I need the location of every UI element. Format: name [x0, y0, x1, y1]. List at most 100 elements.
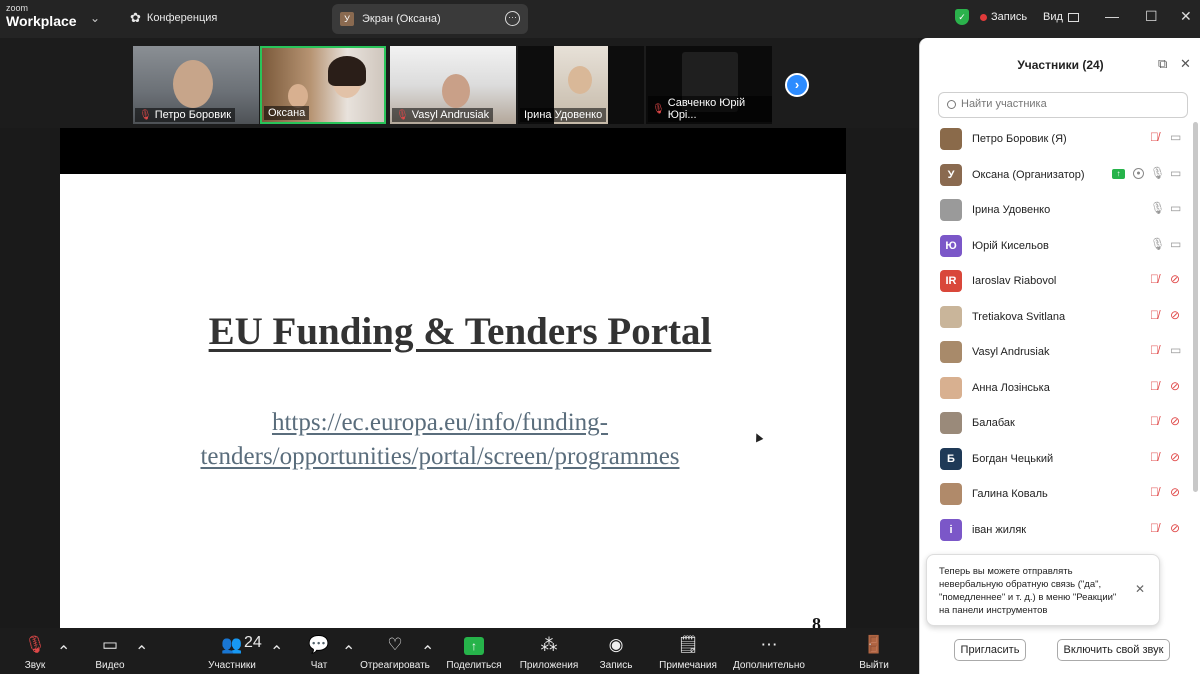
thumbnail-name-tag: Оксана: [264, 106, 310, 120]
participant-name: Богдан Чецький: [972, 452, 1054, 465]
mic-muted-icon[interactable]: 🎙̸: [1150, 308, 1159, 322]
close-icon[interactable]: ✕: [1135, 583, 1145, 596]
participants-scrollbar[interactable]: [1193, 122, 1198, 492]
recording-indicator[interactable]: Запись: [980, 11, 1027, 23]
zoom-logo[interactable]: zoom Workplace: [6, 4, 77, 29]
minimize-icon[interactable]: —: [1105, 8, 1119, 24]
screen-share-tab[interactable]: У Экран (Оксана) ···: [332, 4, 528, 34]
more-button[interactable]: ⋯ Дополнительно: [724, 634, 814, 671]
participant-name: Балабак: [972, 417, 1015, 429]
participant-avatar: [940, 305, 962, 328]
video-camera-icon[interactable]: ▭: [1170, 237, 1181, 251]
mic-icon[interactable]: 🎙: [1150, 201, 1165, 215]
close-icon[interactable]: ✕: [1180, 8, 1192, 25]
child-head: [288, 84, 308, 108]
close-panel-icon[interactable]: ✕: [1180, 56, 1191, 72]
video-camera-icon[interactable]: ▭: [1170, 166, 1181, 180]
participants-button[interactable]: 👥 Участники: [187, 634, 277, 671]
security-shield-icon[interactable]: ✓: [955, 9, 969, 25]
video-thumbnail-strip: 🎙 Петро Боровик Оксана 🎙 Vasyl Andrusiak І…: [0, 38, 918, 128]
mic-icon[interactable]: 🎙: [1150, 166, 1165, 180]
video-options-caret[interactable]: ⌃: [135, 642, 148, 662]
participant-avatar: Б: [940, 447, 962, 470]
participant-row[interactable]: Vasyl Andrusiak 🎙̸ ▭: [938, 335, 1188, 367]
participant-row[interactable]: IR Iaroslav Riabovol 🎙̸ ⊘: [938, 264, 1188, 296]
participant-row[interactable]: Петро Боровик (Я) 🎙̸ ▭: [938, 122, 1188, 154]
mic-muted-icon[interactable]: 🎙̸: [1150, 450, 1159, 464]
participant-row[interactable]: Балабак 🎙̸ ⊘: [938, 406, 1188, 438]
invite-button[interactable]: Пригласить: [954, 639, 1026, 661]
search-placeholder: Найти участника: [961, 98, 1047, 110]
mic-muted-icon[interactable]: 🎙̸: [1150, 485, 1159, 499]
more-options-icon[interactable]: ···: [505, 11, 520, 26]
meeting-toolbar: 🎙 Звук ⌃ ▭ Видео ⌃ 👥 Участники 24 ⌃ 💬 Ча…: [0, 628, 918, 674]
participant-row[interactable]: Ірина Удовенко 🎙 ▭: [938, 193, 1188, 225]
mic-icon[interactable]: 🎙: [1150, 237, 1165, 251]
participant-row[interactable]: Tretiakova Svitlana 🎙̸ ⊘: [938, 300, 1188, 332]
recording-icon: ●: [1133, 167, 1144, 179]
slide-link-line2: tenders/opportunities/portal/screen/prog…: [200, 443, 680, 470]
mic-muted-icon[interactable]: 🎙̸: [1150, 379, 1159, 393]
participant-row[interactable]: Ю Юрій Кисельов 🎙 ▭: [938, 229, 1188, 261]
participant-avatar: Ю: [940, 234, 962, 257]
video-off-icon[interactable]: ⊘: [1170, 414, 1180, 428]
participant-name: Ірина Удовенко: [972, 204, 1051, 216]
participant-avatar: У: [940, 163, 962, 186]
video-thumbnail-active-speaker[interactable]: Оксана: [260, 46, 386, 124]
person-head: [568, 66, 592, 94]
mic-muted-icon[interactable]: 🎙̸: [1150, 521, 1159, 535]
participant-name: Iaroslav Riabovol: [972, 275, 1057, 287]
conference-button[interactable]: ✿ Конференция: [130, 10, 217, 26]
next-page-arrow-icon[interactable]: ›: [785, 73, 809, 97]
more-dots-icon: ⋯: [760, 635, 778, 654]
mic-muted-icon[interactable]: 🎙̸: [1150, 272, 1159, 286]
video-camera-icon[interactable]: ▭: [1170, 130, 1181, 144]
participant-name: Оксана (Организатор): [972, 168, 1085, 181]
video-off-icon[interactable]: ⊘: [1170, 379, 1180, 393]
mic-muted-icon[interactable]: 🎙̸: [1150, 343, 1159, 357]
video-off-icon[interactable]: ⊘: [1170, 521, 1180, 535]
video-off-icon[interactable]: ⊘: [1170, 272, 1180, 286]
mic-muted-icon[interactable]: 🎙̸: [1150, 130, 1159, 144]
slide-link[interactable]: https://ec.europa.eu/info/funding- tende…: [60, 406, 820, 474]
toast-text: Теперь вы можете отправлять невербальную…: [939, 566, 1117, 616]
mic-muted-icon[interactable]: 🎙̸: [1150, 414, 1159, 428]
grid-view-icon: [1067, 12, 1079, 22]
video-thumbnail[interactable]: 🎙 Vasyl Andrusiak: [390, 46, 516, 124]
participant-row[interactable]: і іван жиляк 🎙̸ ⊘: [938, 513, 1188, 545]
chevron-down-icon[interactable]: ⌄: [90, 11, 100, 25]
view-button[interactable]: Вид: [1043, 11, 1079, 23]
thumbnail-name-tag: Ірина Удовенко: [520, 108, 607, 122]
video-off-icon[interactable]: ⊘: [1170, 450, 1180, 464]
participant-row[interactable]: Галина Коваль 🎙̸ ⊘: [938, 477, 1188, 509]
mic-muted-icon: 🎙: [652, 103, 665, 115]
video-camera-icon[interactable]: ▭: [1170, 343, 1181, 357]
participant-name: Анна Лозінська: [972, 381, 1050, 394]
slide-title: EU Funding & Tenders Portal: [208, 310, 712, 353]
participant-name: Петро Боровик (Я): [972, 133, 1067, 145]
participant-row[interactable]: У Оксана (Организатор) ↑ ● 🎙 ▭: [938, 158, 1188, 190]
video-off-icon[interactable]: ⊘: [1170, 485, 1180, 499]
paw-icon: ✿: [130, 10, 141, 25]
video-off-icon[interactable]: ⊘: [1170, 308, 1180, 322]
participant-avatar: [940, 199, 962, 221]
participant-name: Tretiakova Svitlana: [972, 310, 1066, 323]
video-thumbnail[interactable]: Ірина Удовенко: [518, 46, 644, 124]
participant-row[interactable]: Б Богдан Чецький 🎙̸ ⊘: [938, 442, 1188, 474]
participants-count: 24: [244, 634, 262, 651]
video-thumbnail[interactable]: 🎙 Савченко Юрій Юрі...: [646, 46, 772, 124]
unmute-button[interactable]: Включить свой звук: [1057, 639, 1170, 661]
slide-link-line1: https://ec.europa.eu/info/funding-: [271, 409, 609, 436]
search-icon: [947, 100, 956, 109]
search-participant-input[interactable]: Найти участника: [938, 92, 1188, 118]
notes-button[interactable]: 🗒 Примечания: [643, 634, 733, 671]
pop-out-icon[interactable]: ⧉: [1158, 56, 1167, 72]
record-dot-icon: [980, 13, 987, 21]
video-thumbnail[interactable]: 🎙 Петро Боровик: [133, 46, 259, 124]
participant-row[interactable]: Анна Лозінська 🎙̸ ⊘: [938, 371, 1188, 403]
participant-avatar: [940, 483, 962, 505]
leave-button[interactable]: 🚪 Выйти: [829, 634, 919, 671]
participant-name: Галина Коваль: [972, 488, 1048, 500]
maximize-icon[interactable]: ☐: [1145, 8, 1158, 25]
video-camera-icon[interactable]: ▭: [1170, 201, 1181, 215]
